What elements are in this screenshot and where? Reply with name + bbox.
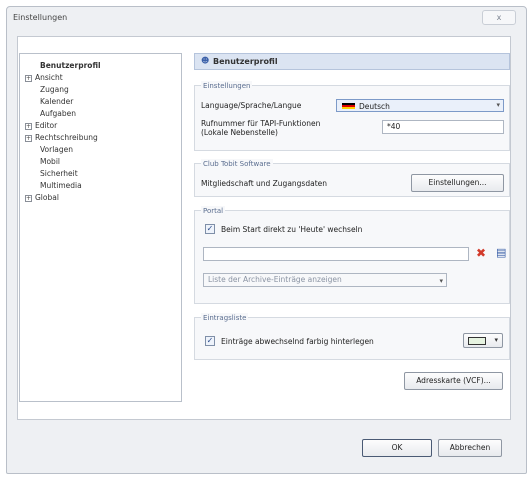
portal-start-checkbox[interactable]: ✓ [205,224,215,234]
title-bar: Einstellungen x [7,7,526,29]
tree-item-label: Aufgaben [40,109,77,118]
tree-item-label: Editor [35,121,58,130]
settings-tree[interactable]: Benutzerprofil + Ansicht Zugang Kalender … [19,53,182,402]
group-label: Portal [201,206,226,216]
ok-button[interactable]: OK [362,439,432,457]
tree-item-vorlagen[interactable]: Vorlagen [40,144,73,156]
tree-item-rechtschreibung[interactable]: + Rechtschreibung [25,132,98,144]
tree-item-kalender[interactable]: Kalender [40,96,73,108]
archive-select[interactable]: Liste der Archive-Einträge anzeigen ▾ [203,273,447,287]
phone-label-line1: Rufnummer für TAPI-Funktionen [201,119,321,128]
close-icon: x [496,13,502,22]
alternate-color-checkbox[interactable]: ✓ [205,336,215,346]
chevron-down-icon: ▾ [494,336,498,344]
color-picker[interactable]: ▾ [463,333,503,348]
language-value: Deutsch [359,102,390,111]
tree-item-label: Multimedia [40,181,82,190]
tree-item-label: Global [35,193,59,202]
language-select[interactable]: Deutsch ▾ [336,99,504,112]
delete-icon[interactable]: ✖ [476,246,486,260]
club-settings-button[interactable]: Einstellungen... [411,174,504,192]
group-portal: Portal ✓ Beim Start direkt zu 'Heute' we… [194,206,510,304]
document-icon[interactable]: ▤ [496,246,506,259]
group-label: Eintragsliste [201,313,249,323]
color-swatch [468,337,486,345]
tree-item-benutzerprofil[interactable]: Benutzerprofil [40,60,101,72]
group-club-tobit: Club Tobit Software Mitgliedschaft und Z… [194,159,510,197]
vcf-button[interactable]: Adresskarte (VCF)... [404,372,503,390]
tree-item-label: Kalender [40,97,74,106]
tree-item-sicherheit[interactable]: Sicherheit [40,168,78,180]
archive-placeholder: Liste der Archive-Einträge anzeigen [208,275,342,284]
button-label: Abbrechen [449,443,491,452]
language-label: Language/Sprache/Langue [201,101,302,110]
section-title: Benutzerprofil [213,57,278,66]
chevron-down-icon: ▾ [496,101,500,109]
tree-item-label: Ansicht [35,73,63,82]
alternate-color-label: Einträge abwechselnd farbig hinterlegen [221,337,374,346]
expand-icon[interactable]: + [25,134,32,142]
settings-content: ☻ Benutzerprofil Einstellungen Language/… [194,53,510,402]
button-label: OK [391,443,403,452]
group-eintragsliste: Eintragsliste ✓ Einträge abwechselnd far… [194,313,510,360]
section-header: ☻ Benutzerprofil [194,53,510,70]
window-title: Einstellungen [13,13,68,22]
button-label: Einstellungen... [428,178,487,187]
dialog-footer: OK Abbrechen [17,430,511,466]
button-label: Adresskarte (VCF)... [416,376,491,385]
group-label: Club Tobit Software [201,159,273,169]
group-einstellungen: Einstellungen Language/Sprache/Langue De… [194,81,510,151]
tree-item-ansicht[interactable]: + Ansicht [25,72,63,84]
tree-item-label: Rechtschreibung [35,133,98,142]
tree-item-aufgaben[interactable]: Aufgaben [40,108,76,120]
tree-item-zugang[interactable]: Zugang [40,84,69,96]
tree-item-label: Vorlagen [40,145,74,154]
phone-value: *40 [387,122,401,131]
close-button[interactable]: x [482,10,516,25]
tree-item-editor[interactable]: + Editor [25,120,57,132]
tree-item-label: Benutzerprofil [40,61,101,70]
tree-item-mobil[interactable]: Mobil [40,156,60,168]
expand-icon[interactable]: + [25,122,32,130]
cancel-button[interactable]: Abbrechen [438,439,502,457]
tree-item-global[interactable]: + Global [25,192,59,204]
membership-label: Mitgliedschaft und Zugangsdaten [201,179,327,188]
portal-start-label: Beim Start direkt zu 'Heute' wechseln [221,225,363,234]
group-label: Einstellungen [201,81,253,91]
phone-label-line2: (Lokale Nebenstelle) [201,128,278,137]
expand-icon[interactable]: + [25,74,32,82]
tree-item-multimedia[interactable]: Multimedia [40,180,82,192]
chevron-down-icon: ▾ [439,277,443,285]
german-flag-icon [342,103,355,109]
user-icon: ☻ [201,56,210,65]
expand-icon[interactable]: + [25,194,32,202]
tree-item-label: Zugang [40,85,69,94]
tree-item-label: Mobil [40,157,60,166]
tree-item-label: Sicherheit [40,169,78,178]
portal-path-input[interactable] [203,247,469,261]
phone-input[interactable]: *40 [382,120,504,134]
